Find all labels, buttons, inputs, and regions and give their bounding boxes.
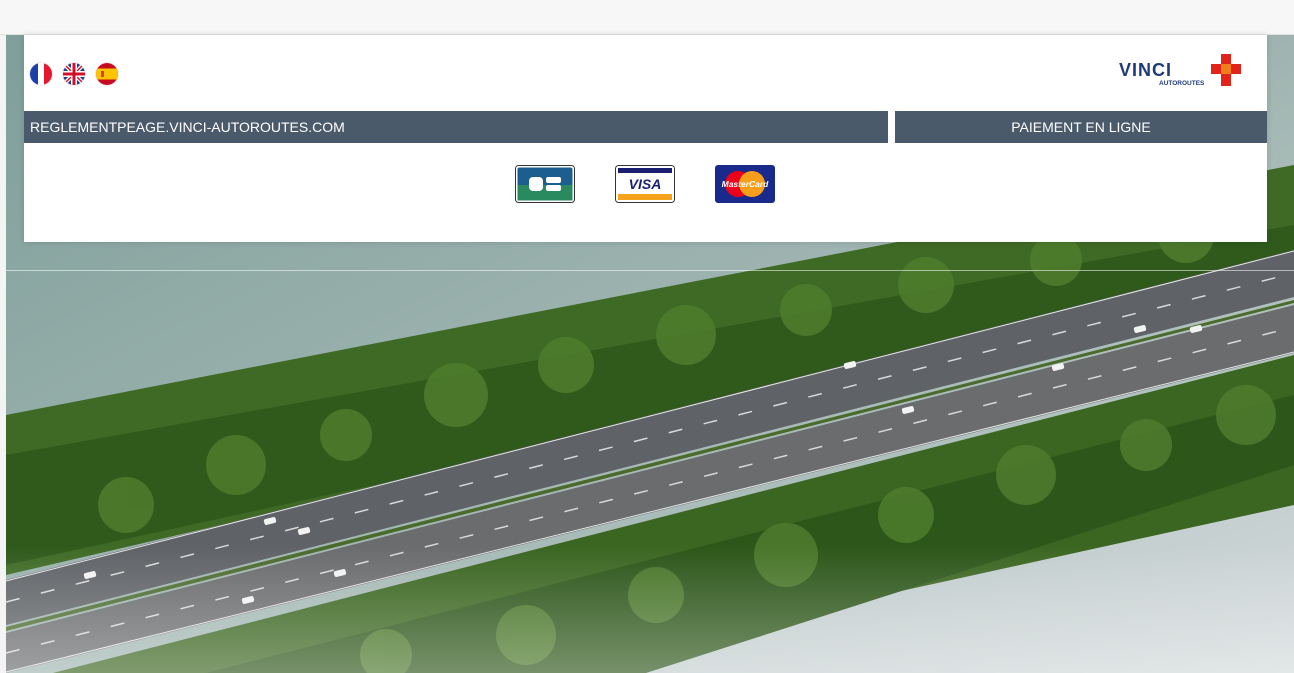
payment-header-panel: VINCI AUTOROUTES REGLEMENTPEAGE.VINCI-AU…	[24, 35, 1267, 242]
cb-card-icon	[515, 165, 575, 203]
mastercard-card-label: MasterCard	[722, 179, 770, 189]
france-flag-icon[interactable]	[30, 63, 52, 85]
visa-card-icon: VISA	[615, 165, 675, 203]
visa-card-label: VISA	[629, 176, 662, 192]
language-selector	[30, 63, 118, 85]
uk-flag-icon[interactable]	[63, 63, 85, 85]
site-address-bar: REGLEMENTPEAGE.VINCI-AUTOROUTES.COM	[24, 111, 888, 143]
accepted-payment-cards: VISA MasterCard	[515, 165, 775, 203]
vinci-autoroutes-logo[interactable]: VINCI AUTOROUTES	[1107, 50, 1247, 92]
logo-brand-text: VINCI	[1119, 60, 1172, 80]
logo-sub-text: AUTOROUTES	[1159, 80, 1205, 87]
browser-top-bar	[0, 0, 1294, 35]
horizontal-divider-line	[6, 270, 1294, 271]
vinci-cross-icon	[1211, 54, 1241, 86]
spain-flag-icon[interactable]	[96, 63, 118, 85]
online-payment-bar: PAIEMENT EN LIGNE	[895, 111, 1267, 143]
mastercard-card-icon: MasterCard	[715, 165, 775, 203]
